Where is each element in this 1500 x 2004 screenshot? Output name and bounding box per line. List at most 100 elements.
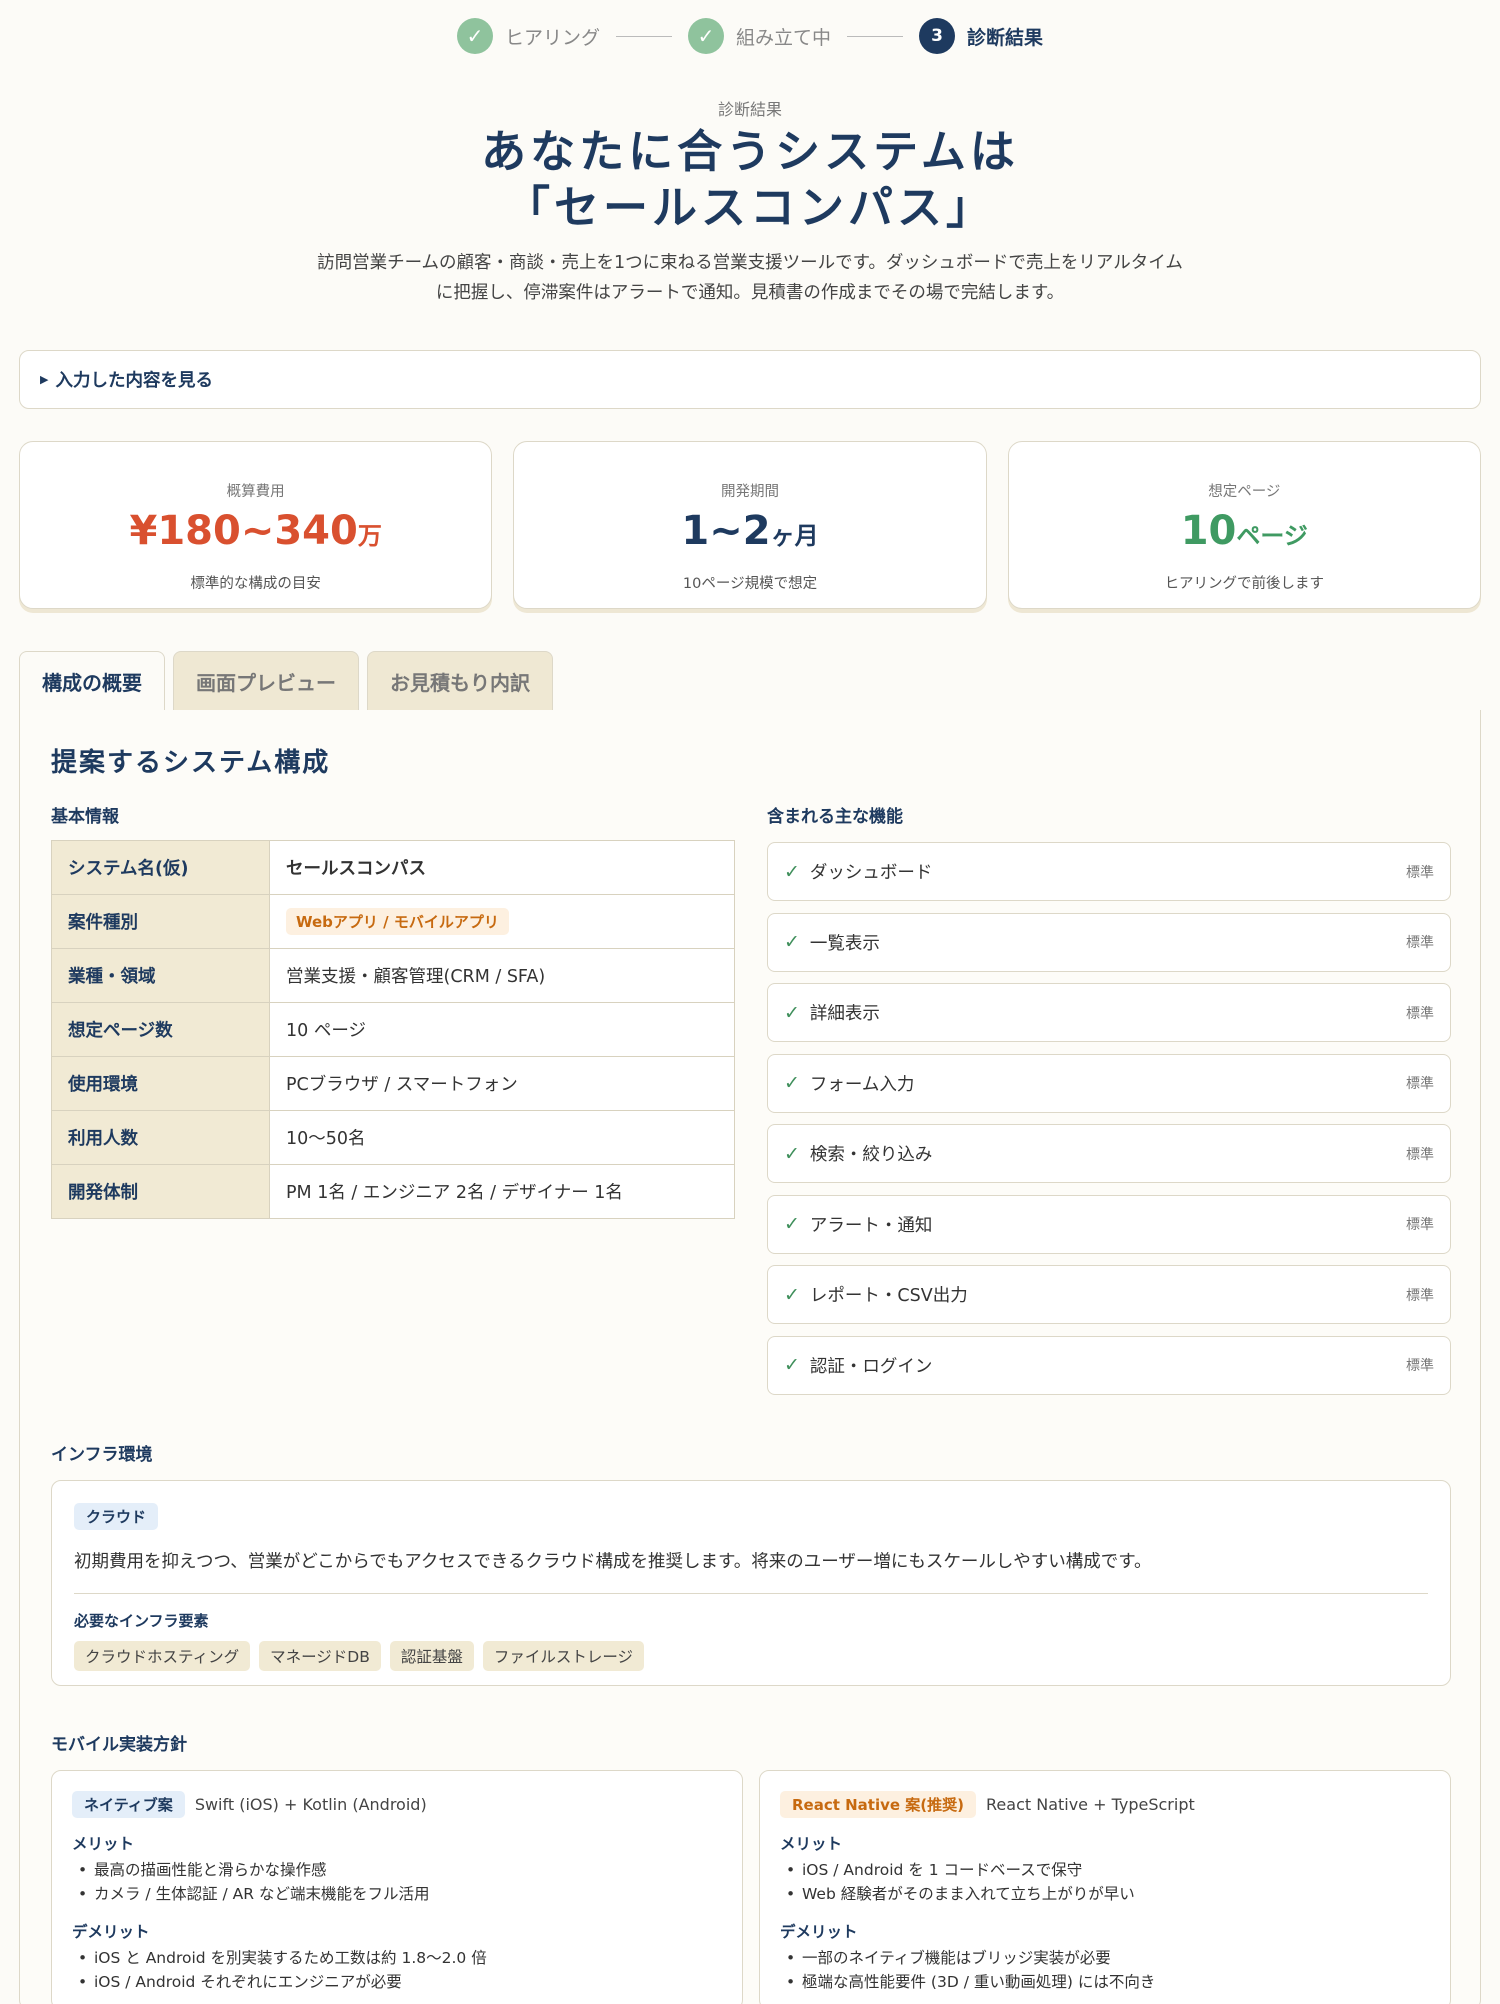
row-value: 10〜50名 [269, 1110, 735, 1165]
option-stack: React Native + TypeScript [986, 1795, 1195, 1814]
features-heading: 含まれる主な機能 [767, 807, 903, 827]
title-line-1: あなたに合うシステムは [481, 125, 1019, 178]
card-label: 概算費用 [226, 484, 285, 500]
table-row: 開発体制 PM 1名 / エンジニア 2名 / デザイナー 1名 [51, 1164, 735, 1219]
basic-info-table: システム名(仮) セールスコンパス 案件種別 Webアプリ / モバイルアプリ 業種… [51, 840, 735, 1219]
step-result: 3 診断結果 [919, 18, 1043, 54]
list-item: ✓ 詳細表示 標準 [767, 983, 1451, 1042]
merits-list: 最高の描画性能と滑らかな操作感 カメラ / 生体認証 / AR など端末機能をフ… [72, 1858, 722, 1906]
infra-heading: インフラ環境 [51, 1445, 153, 1465]
infra-elements: クラウドホスティング マネージドDB 認証基盤 ファイルストレージ [74, 1641, 1428, 1671]
row-value: 営業支援・顧客管理(CRM / SFA) [269, 948, 735, 1003]
merits-heading: メリット [780, 1835, 843, 1853]
summary-cards: 概算費用 ¥180~340万 標準的な構成の目安 開発期間 1~2ヶ月 10ペー… [19, 441, 1481, 609]
standard-tag: 標準 [1406, 1358, 1434, 1374]
card-label: 想定ページ [1208, 484, 1281, 500]
row-value: セールスコンパス [269, 840, 735, 895]
react-native-option-card: React Native 案(推奨) React Native + TypeSc… [759, 1770, 1451, 2004]
title-line-2: 「セールスコンパス」 [504, 181, 995, 234]
accordion-label: 入力した内容を見る [55, 371, 213, 391]
row-value: 10 ページ [269, 1002, 735, 1057]
table-row: 業種・領域 営業支援・顧客管理(CRM / SFA) [51, 948, 735, 1003]
step-hearing: ✓ ヒアリング [456, 18, 600, 54]
tab-estimate-breakdown[interactable]: お見積もり内訳 [367, 651, 553, 710]
duration-card: 開発期間 1~2ヶ月 10ページ規模で想定 [513, 441, 987, 609]
infra-element-chip: ファイルストレージ [482, 1641, 645, 1671]
step-connector [847, 35, 903, 37]
list-item: ✓ 認証・ログイン 標準 [767, 1335, 1451, 1395]
check-icon: ✓ [784, 931, 800, 953]
standard-tag: 標準 [1406, 1005, 1434, 1022]
list-item: iOS と Android を別実装するため工数は約 1.8〜2.0 倍 [72, 1946, 722, 1970]
table-row: システム名(仮) セールスコンパス [51, 840, 735, 895]
tab-overview[interactable]: 構成の概要 [19, 651, 165, 711]
option-badge: ネイティブ案 [72, 1791, 185, 1818]
card-note: ヒアリングで前後します [1164, 576, 1325, 592]
check-icon: ✓ [784, 1001, 800, 1024]
result-eyebrow: 診断結果 [717, 100, 782, 119]
row-key: 想定ページ数 [51, 1002, 270, 1057]
divider [74, 1593, 1428, 1594]
row-key: 使用環境 [51, 1056, 270, 1111]
infra-element-chip: 認証基盤 [389, 1641, 474, 1671]
check-icon: ✓ [784, 860, 800, 883]
result-tabs: 構成の概要 画面プレビュー お見積もり内訳 [19, 651, 553, 711]
system-description: 訪問営業チームの顧客・商談・売上を1つに束ねる営業支援ツールです。ダッシュボード… [317, 253, 1183, 303]
demerits-heading: デメリット [72, 1923, 150, 1941]
input-summary-toggle[interactable]: ▶ 入力した内容を見る [19, 350, 1481, 409]
check-icon: ✓ [687, 18, 724, 54]
option-badge: React Native 案(推奨) [780, 1791, 977, 1818]
list-item: iOS / Android それぞれにエンジニアが必要 [72, 1970, 722, 1994]
step-label: ヒアリング [504, 26, 600, 49]
section-title: 提案するシステム構成 [51, 748, 331, 778]
card-note: 標準的な構成の目安 [190, 576, 321, 592]
table-row: 想定ページ数 10 ページ [51, 1002, 735, 1057]
list-item: ✓ ダッシュボード 標準 [767, 842, 1451, 901]
card-note: 10ページ規模で想定 [682, 576, 818, 592]
row-key: 開発体制 [51, 1164, 270, 1219]
tab-screen-preview[interactable]: 画面プレビュー [173, 651, 359, 710]
list-item: ✓ 検索・絞り込み 標準 [767, 1124, 1451, 1183]
check-icon: ✓ [784, 1072, 800, 1094]
type-badge: Webアプリ / モバイルアプリ [286, 908, 509, 935]
demerits-heading: デメリット [780, 1923, 858, 1941]
caret-right-icon: ▶ [40, 373, 49, 386]
row-key: 業種・領域 [51, 948, 270, 1003]
basic-info-heading: 基本情報 [51, 807, 119, 827]
check-icon: ✓ [784, 1283, 800, 1306]
standard-tag: 標準 [1406, 1146, 1434, 1163]
standard-tag: 標準 [1406, 1217, 1434, 1233]
demerits-list: 一部のネイティブ機能はブリッジ実装が必要 極端な高性能要件 (3D / 重い動画… [780, 1946, 1430, 1994]
list-item: カメラ / 生体認証 / AR など端末機能をフル活用 [72, 1882, 722, 1906]
check-icon: ✓ [784, 1354, 800, 1376]
mobile-heading: モバイル実装方針 [51, 1735, 187, 1755]
step-connector [615, 35, 672, 37]
option-stack: Swift (iOS) + Kotlin (Android) [194, 1795, 427, 1814]
table-row: 案件種別 Webアプリ / モバイルアプリ [51, 894, 735, 949]
list-item: 一部のネイティブ機能はブリッジ実装が必要 [780, 1946, 1430, 1970]
infra-card: クラウド 初期費用を抑えつつ、営業がどこからでもアクセスできるクラウド構成を推奨… [51, 1480, 1451, 1686]
infra-element-chip: クラウドホスティング [74, 1641, 251, 1671]
standard-tag: 標準 [1406, 1076, 1434, 1092]
feature-list: ✓ ダッシュボード 標準 ✓ 一覧表示 標準 ✓ 詳細表示 標準 ✓ フォーム入力 標準 ✓ 検索… [767, 842, 1451, 1406]
list-item: iOS / Android を 1 コードベースで保守 [780, 1858, 1430, 1882]
row-value: PCブラウザ / スマートフォン [269, 1056, 735, 1111]
row-key: 案件種別 [51, 894, 270, 949]
list-item: ✓ フォーム入力 標準 [767, 1053, 1451, 1113]
row-key: システム名(仮) [51, 840, 270, 895]
table-row: 使用環境 PCブラウザ / スマートフォン [51, 1056, 735, 1111]
step-label: 組み立て中 [735, 26, 831, 49]
infra-type-badge: クラウド [74, 1503, 159, 1530]
row-key: 利用人数 [51, 1110, 270, 1165]
step-label: 診断結果 [967, 26, 1044, 49]
native-option-card: ネイティブ案 Swift (iOS) + Kotlin (Android) メリ… [51, 1770, 743, 2004]
step-building: ✓ 組み立て中 [687, 18, 831, 54]
merits-heading: メリット [72, 1835, 135, 1853]
table-row: 利用人数 10〜50名 [51, 1110, 735, 1165]
progress-stepper: ✓ ヒアリング ✓ 組み立て中 3 診断結果 [0, 17, 1500, 55]
card-value: ¥180~340万 [129, 508, 382, 554]
check-icon: ✓ [784, 1142, 800, 1165]
infra-description: 初期費用を抑えつつ、営業がどこからでもアクセスできるクラウド構成を推奨します。将… [74, 1552, 1152, 1572]
pages-card: 想定ページ 10ページ ヒアリングで前後します [1007, 441, 1481, 609]
cost-card: 概算費用 ¥180~340万 標準的な構成の目安 [19, 441, 493, 609]
